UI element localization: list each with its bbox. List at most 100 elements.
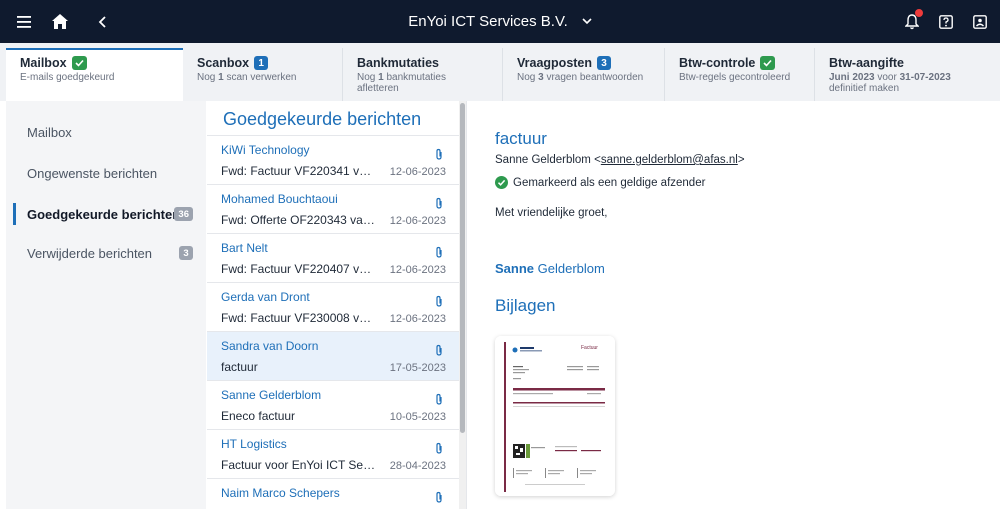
message-from: Naim Marco Schepers — [221, 486, 340, 500]
tab-subtitle: Nog 1 bankmutaties afletteren — [357, 72, 446, 94]
paperclip-icon — [435, 147, 443, 165]
nav-item-mailbox[interactable]: Mailbox — [6, 115, 206, 149]
message-date: 10-05-2023 — [389, 411, 446, 423]
message-date: 12-06-2023 — [389, 166, 446, 178]
attachment-thumbnail[interactable]: Factuur — [495, 336, 615, 496]
paperclip-icon — [435, 245, 443, 263]
paperclip-icon — [435, 196, 443, 214]
tab-bankmutaties[interactable]: Bankmutaties Nog 1 bankmutaties afletter… — [343, 48, 503, 101]
message-from: Mohamed Bouchtaoui — [221, 192, 338, 206]
scrollbar-thumb[interactable] — [460, 103, 465, 433]
list-item[interactable]: HT Logistics Factuur voor EnYoi ICT Serv… — [207, 429, 460, 478]
process-tabs: Mailbox E-mails goedgekeurd Scanbox 1 No… — [0, 43, 1000, 101]
message-subject: Fwd: Factuur VF220341 van ... — [221, 164, 376, 178]
nav-item-verwijderde[interactable]: Verwijderde berichten 3 — [6, 236, 206, 270]
list-item[interactable]: Sandra van Doorn factuur 17-05-2023 — [207, 331, 460, 380]
message-detail: factuur Sanne Gelderblom <sanne.gelderbl… — [466, 101, 994, 509]
count-badge: 1 — [254, 56, 269, 70]
bell-icon[interactable] — [898, 0, 926, 43]
tab-title: Bankmutaties — [357, 56, 439, 70]
message-date: 28-04-2023 — [389, 460, 446, 472]
message-from: Sanne Gelderblom — [221, 388, 322, 402]
tab-subtitle: Nog 3 vragen beantwoorden — [517, 72, 644, 83]
paperclip-icon — [435, 490, 443, 508]
list-item[interactable]: Naim Marco Schepers — [207, 478, 460, 509]
count-badge: 3 — [597, 56, 612, 70]
nav-label: Goedgekeurde berichten — [27, 206, 181, 222]
tab-mailbox[interactable]: Mailbox E-mails goedgekeurd — [6, 48, 183, 101]
count-badge: 3 — [179, 246, 193, 260]
message-subject: Fwd: Factuur VF220407 van... — [221, 262, 376, 276]
tab-title: Scanbox — [197, 56, 250, 70]
paperclip-icon — [435, 392, 443, 410]
tab-btw-aangifte[interactable]: Btw-aangifte Juni 2023 voor 31-07-2023 d… — [815, 48, 990, 101]
list-item[interactable]: Sanne Gelderblom Eneco factuur 10-05-202… — [207, 380, 460, 429]
message-date: 17-05-2023 — [389, 362, 446, 374]
chevron-down-icon — [582, 18, 592, 25]
list-item[interactable]: KiWi Technology Fwd: Factuur VF220341 va… — [207, 135, 460, 184]
paperclip-icon — [435, 343, 443, 361]
message-subject: Fwd: Offerte OF220343 van ... — [221, 213, 376, 227]
message-subject: Factuur voor EnYoi ICT Servi... — [221, 458, 376, 472]
message-date: 12-06-2023 — [389, 313, 446, 325]
message-subject: Eneco factuur — [221, 409, 296, 423]
tab-subtitle: Btw-regels gecontroleerd — [679, 72, 791, 83]
tab-scanbox[interactable]: Scanbox 1 Nog 1 scan verwerken — [183, 48, 343, 101]
attachments-heading: Bijlagen — [495, 296, 556, 315]
nav-label: Verwijderde berichten — [27, 245, 153, 261]
tab-btw-controle[interactable]: Btw-controle Btw-regels gecontroleerd — [665, 48, 815, 101]
user-card-icon[interactable] — [966, 0, 994, 43]
top-bar: EnYoi ICT Services B.V. — [0, 0, 1000, 43]
invoice-preview-image: Factuur — [495, 336, 615, 496]
list-heading: Goedgekeurde berichten — [223, 109, 422, 129]
list-item[interactable]: Gerda van Dront Fwd: Factuur VF230008 va… — [207, 282, 460, 331]
count-badge: 36 — [174, 207, 193, 221]
tab-subtitle: Nog 1 scan verwerken — [197, 72, 297, 83]
list-scrollbar[interactable] — [459, 101, 466, 509]
tab-title: Btw-controle — [679, 56, 756, 70]
sender-name: Sanne Gelderblom — [495, 154, 591, 166]
tab-title: Mailbox — [20, 56, 67, 70]
message-subject: factuur — [221, 360, 258, 374]
paperclip-icon — [435, 294, 443, 312]
org-title: EnYoi ICT Services B.V. — [408, 13, 568, 30]
message-date: 12-06-2023 — [389, 215, 446, 227]
signature-first: Sanne — [495, 261, 535, 276]
sender-email-link[interactable]: sanne.gelderblom@afas.nl — [601, 154, 738, 166]
valid-sender-status: Gemarkeerd als een geldige afzender — [495, 176, 705, 189]
tab-subtitle: Juni 2023 voor 31-07-2023 definitief mak… — [829, 72, 951, 94]
signature-last: Gelderblom — [537, 261, 605, 276]
message-from: HT Logistics — [221, 437, 287, 451]
sender-line: Sanne Gelderblom <sanne.gelderblom@afas.… — [495, 154, 745, 166]
tab-vraagposten[interactable]: Vraagposten 3 Nog 3 vragen beantwoorden — [503, 48, 665, 101]
message-subject-heading: factuur — [495, 129, 547, 148]
message-date: 12-06-2023 — [389, 264, 446, 276]
tab-title: Vraagposten — [517, 56, 593, 70]
message-from: KiWi Technology — [221, 143, 310, 157]
invoice-doc-title: Factuur — [581, 345, 598, 351]
help-icon[interactable] — [932, 0, 960, 43]
list-item[interactable]: Mohamed Bouchtaoui Fwd: Offerte OF220343… — [207, 184, 460, 233]
message-from: Gerda van Dront — [221, 290, 310, 304]
signature: Sanne Gelderblom — [495, 261, 605, 276]
tab-subtitle: E-mails goedgekeurd — [20, 72, 115, 83]
message-list: Goedgekeurde berichten KiWi Technology F… — [207, 101, 460, 509]
nav-label: Mailbox — [27, 124, 72, 140]
message-from: Bart Nelt — [221, 241, 268, 255]
paperclip-icon — [435, 441, 443, 459]
message-from: Sandra van Doorn — [221, 339, 319, 353]
valid-sender-text: Gemarkeerd als een geldige afzender — [513, 176, 706, 189]
nav-item-goedgekeurde[interactable]: Goedgekeurde berichten 36 — [6, 197, 206, 231]
check-icon — [71, 56, 87, 70]
nav-item-ongewenste[interactable]: Ongewenste berichten — [6, 156, 206, 190]
list-item[interactable]: Bart Nelt Fwd: Factuur VF220407 van... 1… — [207, 233, 460, 282]
check-icon — [760, 56, 776, 70]
tab-title: Btw-aangifte — [829, 56, 904, 70]
mailbox-nav: Mailbox Ongewenste berichten Goedgekeurd… — [6, 101, 206, 509]
nav-label: Ongewenste berichten — [27, 165, 158, 181]
notification-dot — [915, 9, 923, 17]
message-body: Met vriendelijke groet, — [495, 207, 608, 219]
check-circle-icon — [495, 176, 508, 189]
org-switcher[interactable]: EnYoi ICT Services B.V. — [0, 0, 1000, 43]
message-subject: Fwd: Factuur VF230008 van... — [221, 311, 376, 325]
